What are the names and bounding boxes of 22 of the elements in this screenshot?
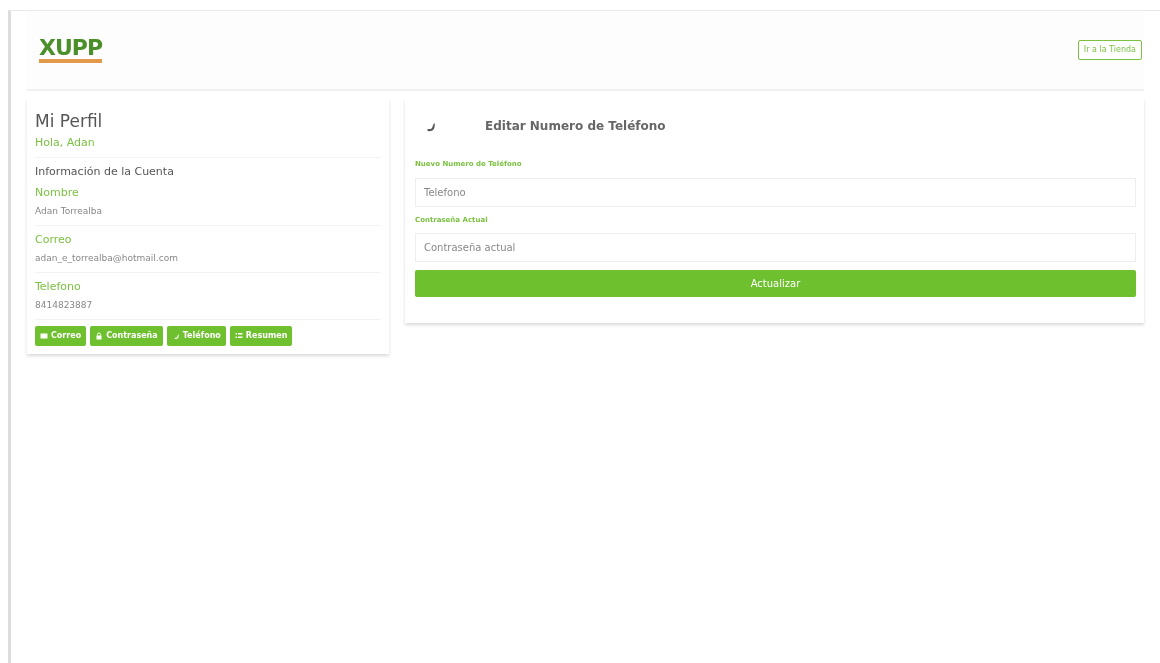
field-label: Correo bbox=[35, 231, 73, 248]
greeting-text: Hola, Adan bbox=[35, 134, 96, 151]
envelope-icon bbox=[40, 331, 48, 340]
section-heading: Información de la Cuenta bbox=[35, 164, 175, 180]
profile-tab-button[interactable]: Correo bbox=[35, 325, 87, 346]
profile-tab-button[interactable]: Contraseña bbox=[90, 325, 163, 346]
profile-title: Mi Perfil bbox=[35, 110, 104, 133]
field-value: Adan Torrealba bbox=[35, 205, 104, 218]
update-button[interactable]: Actualizar bbox=[415, 270, 1136, 297]
field-label: Nombre bbox=[35, 184, 80, 201]
lock-icon bbox=[95, 331, 104, 340]
input-field[interactable]: Contraseña actual bbox=[415, 233, 1136, 262]
form-title: Editar Numero de Teléfono bbox=[485, 118, 666, 135]
field-value: 8414823887 bbox=[35, 299, 94, 312]
store-button[interactable]: Ir a la Tienda bbox=[1077, 40, 1142, 60]
profile-tab-button[interactable]: Resumen bbox=[229, 325, 293, 346]
profile-tab-button[interactable]: Teléfono bbox=[166, 325, 226, 346]
input-field[interactable]: Telefono bbox=[415, 177, 1136, 207]
field-label: Telefono bbox=[35, 278, 82, 295]
logo[interactable]: XUPP bbox=[39, 37, 103, 63]
list-icon bbox=[234, 331, 243, 340]
field-value: adan_e_torrealba@hotmail.com bbox=[35, 252, 179, 265]
